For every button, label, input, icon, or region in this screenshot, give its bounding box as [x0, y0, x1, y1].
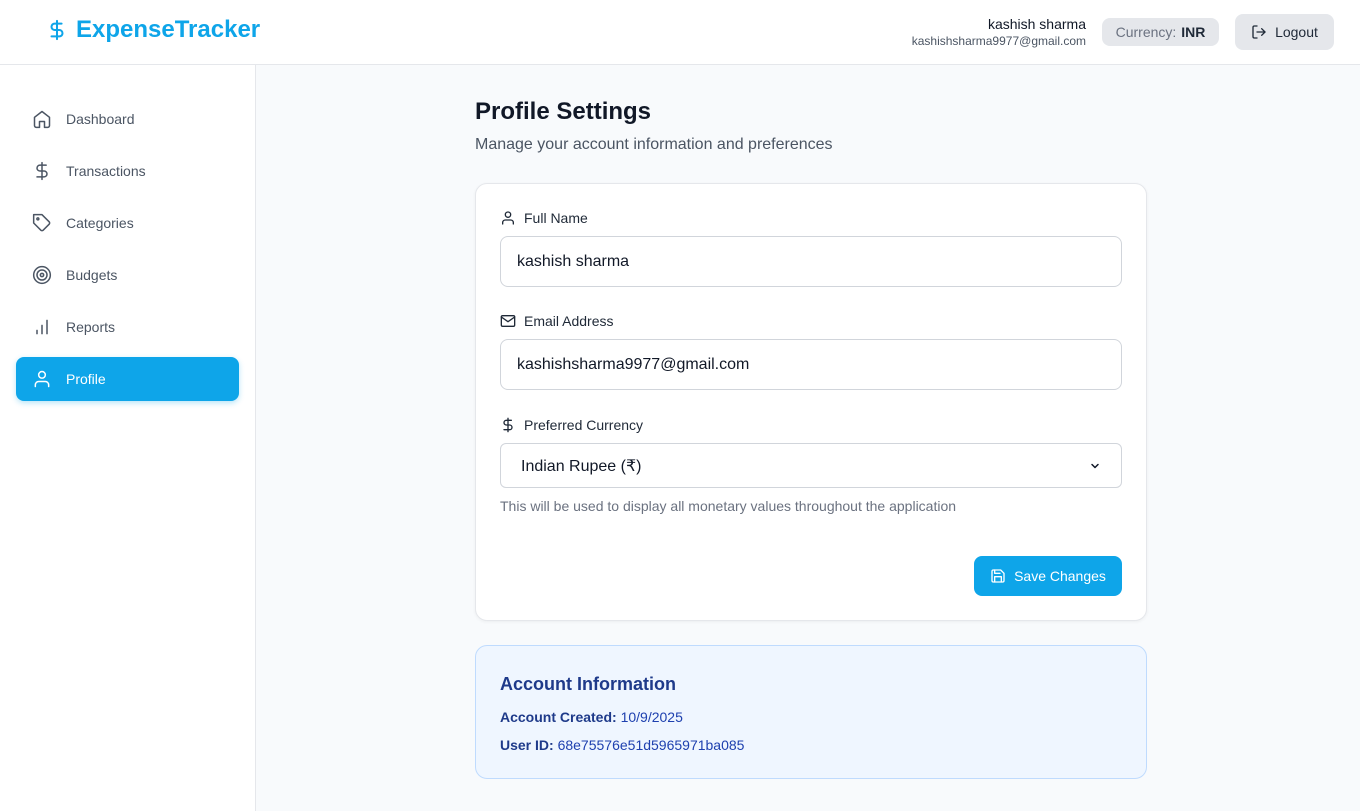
- sidebar-item-label: Reports: [66, 319, 116, 335]
- sidebar-item-reports[interactable]: Reports: [16, 305, 239, 349]
- brand-name: ExpenseTracker: [76, 16, 261, 43]
- currency-label-text: Preferred Currency: [524, 417, 644, 433]
- account-info-card: Account Information Account Created: 10/…: [475, 645, 1147, 779]
- dollar-icon: [50, 19, 64, 41]
- dollar-icon: [36, 161, 48, 181]
- sidebar-item-transactions[interactable]: Transactions: [16, 149, 239, 193]
- full-name-input[interactable]: [500, 236, 1122, 287]
- target-icon: [32, 265, 52, 285]
- account-created-label: Account Created:: [500, 709, 617, 725]
- currency-select[interactable]: Indian Rupee (₹): [500, 443, 1122, 488]
- logout-icon: [1252, 25, 1266, 39]
- email-label: Email Address: [500, 313, 613, 329]
- currency-badge-value: INR: [1181, 24, 1206, 40]
- save-changes-button[interactable]: Save Changes: [974, 556, 1122, 596]
- user-icon: [502, 211, 514, 225]
- account-created-row: Account Created: 10/9/2025: [500, 709, 683, 725]
- sidebar-item-profile[interactable]: Profile: [16, 357, 239, 401]
- sidebar-item-label: Profile: [66, 371, 106, 387]
- logout-label: Logout: [1275, 24, 1318, 40]
- sidebar-item-label: Budgets: [66, 267, 118, 283]
- user-info: kashish sharma kashishsharma9977@gmail.c…: [912, 16, 1086, 50]
- save-icon: [991, 569, 1005, 583]
- user-name: kashish sharma: [987, 16, 1086, 32]
- chevron-down-icon: [1091, 463, 1099, 468]
- dollar-icon: [503, 417, 513, 433]
- account-created-value: 10/9/2025: [620, 709, 683, 725]
- currency-label: Preferred Currency: [500, 417, 643, 433]
- email-input[interactable]: [500, 339, 1122, 390]
- currency-selected-value: Indian Rupee (₹): [521, 457, 642, 475]
- tag-icon: [32, 213, 51, 232]
- page-title: Profile Settings: [475, 98, 652, 125]
- sidebar-item-budgets[interactable]: Budgets: [16, 253, 239, 297]
- home-icon: [33, 110, 51, 129]
- account-info-title: Account Information: [500, 674, 676, 694]
- user-id-row: User ID: 68e75576e51d5965971ba085: [500, 737, 744, 753]
- user-id-value: 68e75576e51d5965971ba085: [557, 737, 745, 753]
- brand-logo[interactable]: ExpenseTracker: [46, 16, 260, 44]
- user-id-label: User ID:: [500, 737, 554, 753]
- sidebar-item-dashboard[interactable]: Dashboard: [16, 97, 239, 141]
- email-label-text: Email Address: [524, 313, 614, 329]
- sidebar-item-label: Dashboard: [66, 111, 135, 127]
- currency-badge-label: Currency:: [1115, 24, 1177, 40]
- mail-icon: [500, 315, 516, 327]
- full-name-label: Full Name: [500, 210, 588, 226]
- sidebar-item-categories[interactable]: Categories: [16, 201, 239, 245]
- currency-badge: Currency: INR: [1102, 18, 1219, 46]
- top-header: ExpenseTracker kashish sharma kashishsha…: [0, 0, 1360, 65]
- sidebar: Dashboard Transactions Categories Budget…: [0, 65, 256, 811]
- page-subtitle: Manage your account information and pref…: [475, 136, 833, 153]
- profile-form-card: Full Name Email Address Preferred Curren…: [475, 183, 1147, 621]
- save-changes-label: Save Changes: [1014, 568, 1106, 584]
- sidebar-item-label: Transactions: [66, 163, 146, 179]
- currency-hint: This will be used to display all monetar…: [500, 498, 957, 514]
- logout-button[interactable]: Logout: [1235, 14, 1334, 50]
- user-email: kashishsharma9977@gmail.com: [911, 34, 1086, 48]
- sidebar-item-label: Categories: [66, 215, 134, 231]
- bar-chart-icon: [36, 319, 48, 335]
- full-name-label-text: Full Name: [524, 210, 588, 226]
- user-icon: [34, 370, 50, 388]
